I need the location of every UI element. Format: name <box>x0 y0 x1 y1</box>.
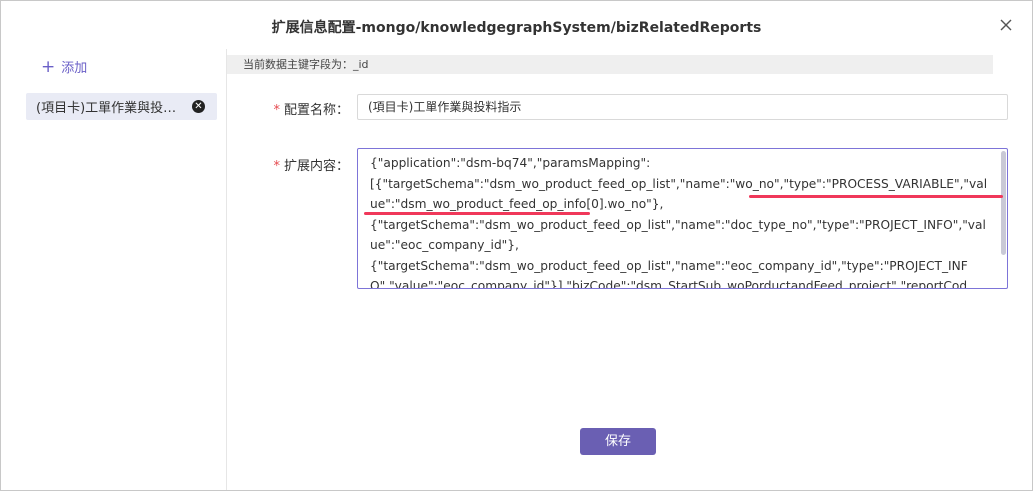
primary-key-hint: 当前数据主键字段为：_id <box>227 55 993 74</box>
save-button[interactable]: 保存 <box>580 428 656 455</box>
close-icon[interactable] <box>998 17 1014 33</box>
config-list-item-label: (項目卡)工單作業與投料指示 <box>36 101 186 116</box>
highlight-underline <box>749 195 1003 198</box>
config-name-input[interactable]: (項目卡)工單作業與投料指示 <box>357 94 1008 120</box>
required-mark: * <box>273 159 280 174</box>
remove-icon[interactable]: ✕ <box>192 100 205 113</box>
plus-icon: + <box>41 56 56 77</box>
extension-content-textarea[interactable]: {"application":"dsm-bq74","paramsMapping… <box>357 148 1008 289</box>
dialog-title: 扩展信息配置-mongo/knowledgegraphSystem/bizRel… <box>271 20 762 36</box>
add-label: 添加 <box>61 61 88 76</box>
extension-content-text: {"application":"dsm-bq74","paramsMapping… <box>370 156 988 289</box>
required-mark: * <box>273 103 280 118</box>
highlight-underline <box>364 212 590 215</box>
config-dialog: 扩展信息配置-mongo/knowledgegraphSystem/bizRel… <box>0 0 1033 491</box>
content-field-label: * 扩展内容： <box>273 159 349 174</box>
textarea-scrollbar[interactable] <box>1001 151 1006 255</box>
config-list-item[interactable]: (項目卡)工單作業與投料指示 ✕ <box>26 93 217 120</box>
config-sidebar: + 添加 (項目卡)工單作業與投料指示 ✕ <box>1 49 227 490</box>
name-field-label: * 配置名称： <box>273 103 349 118</box>
add-button[interactable]: + 添加 <box>41 57 87 76</box>
